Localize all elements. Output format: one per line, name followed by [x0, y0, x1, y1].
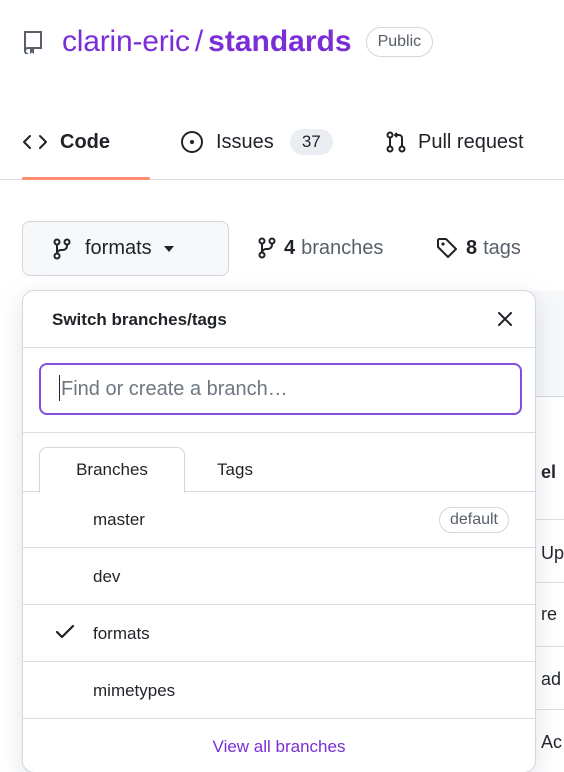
file-list-row-text: re — [541, 604, 558, 624]
repo-icon — [22, 29, 48, 55]
tag-icon — [436, 237, 458, 259]
branch-item-dev[interactable]: dev — [23, 549, 535, 605]
repo-header: clarin-eric / standards Public — [22, 22, 434, 62]
branch-select-button[interactable]: formats — [22, 221, 229, 276]
git-pull-request-icon — [386, 131, 406, 153]
branches-link[interactable]: 4 branches — [258, 231, 383, 265]
check-icon — [55, 624, 75, 645]
git-branch-icon — [258, 237, 276, 259]
close-icon[interactable] — [493, 307, 517, 331]
repo-name-link[interactable]: standards — [208, 25, 351, 59]
tags-label: tags — [483, 236, 521, 259]
branches-label: branches — [301, 236, 384, 259]
tab-pull-requests-label: Pull request — [418, 130, 524, 153]
git-branch-icon — [53, 238, 71, 260]
branch-item-formats[interactable]: formats — [23, 606, 535, 662]
branches-count: 4 — [284, 236, 296, 259]
branch-name: dev — [93, 566, 121, 586]
active-tab-underline — [22, 177, 150, 180]
view-all-branches-link[interactable]: View all branches — [23, 721, 535, 772]
caret-down-icon — [163, 245, 174, 252]
file-list-row-text: Ac — [541, 732, 563, 752]
tab-code-label: Code — [60, 130, 110, 153]
tags-link[interactable]: 8 tags — [436, 231, 521, 265]
branch-name: mimetypes — [93, 680, 176, 700]
tab-branches[interactable]: Branches — [39, 447, 185, 493]
default-badge: default — [438, 506, 509, 533]
dropdown-header: Switch branches/tags — [23, 291, 535, 348]
tab-issues-label: Issues — [216, 130, 274, 153]
issue-opened-icon — [180, 130, 204, 154]
dropdown-tabs: Branches Tags — [23, 433, 535, 493]
code-icon — [22, 133, 48, 151]
text-cursor — [59, 375, 60, 401]
repo-owner-link[interactable]: clarin-eric — [62, 25, 190, 59]
tab-issues[interactable]: Issues 37 — [180, 104, 333, 180]
tab-code[interactable]: Code — [22, 104, 110, 180]
branch-item-mimetypes[interactable]: mimetypes — [23, 663, 535, 719]
branch-item-master[interactable]: master default — [23, 492, 535, 548]
repo-tab-nav: Code Issues 37 Pull request — [0, 104, 564, 180]
branch-name: master — [93, 509, 145, 529]
dropdown-filter — [23, 348, 535, 433]
file-list-row-text: Up — [541, 543, 564, 563]
path-separator: / — [194, 25, 204, 58]
tab-tags[interactable]: Tags — [185, 447, 285, 493]
visibility-badge: Public — [365, 27, 434, 57]
branch-filter-input[interactable] — [39, 363, 522, 415]
file-list-row-text: el — [541, 462, 557, 482]
branch-name: formats — [93, 623, 150, 643]
issues-counter: 37 — [289, 129, 333, 155]
tab-pull-requests[interactable]: Pull request — [386, 104, 524, 180]
dropdown-title: Switch branches/tags — [52, 310, 227, 329]
current-branch-label: formats — [85, 237, 152, 259]
branch-switch-dropdown: Switch branches/tags Branches Tags maste… — [22, 290, 536, 772]
file-list-row-text: ad — [541, 669, 562, 689]
tags-count: 8 — [466, 236, 478, 259]
